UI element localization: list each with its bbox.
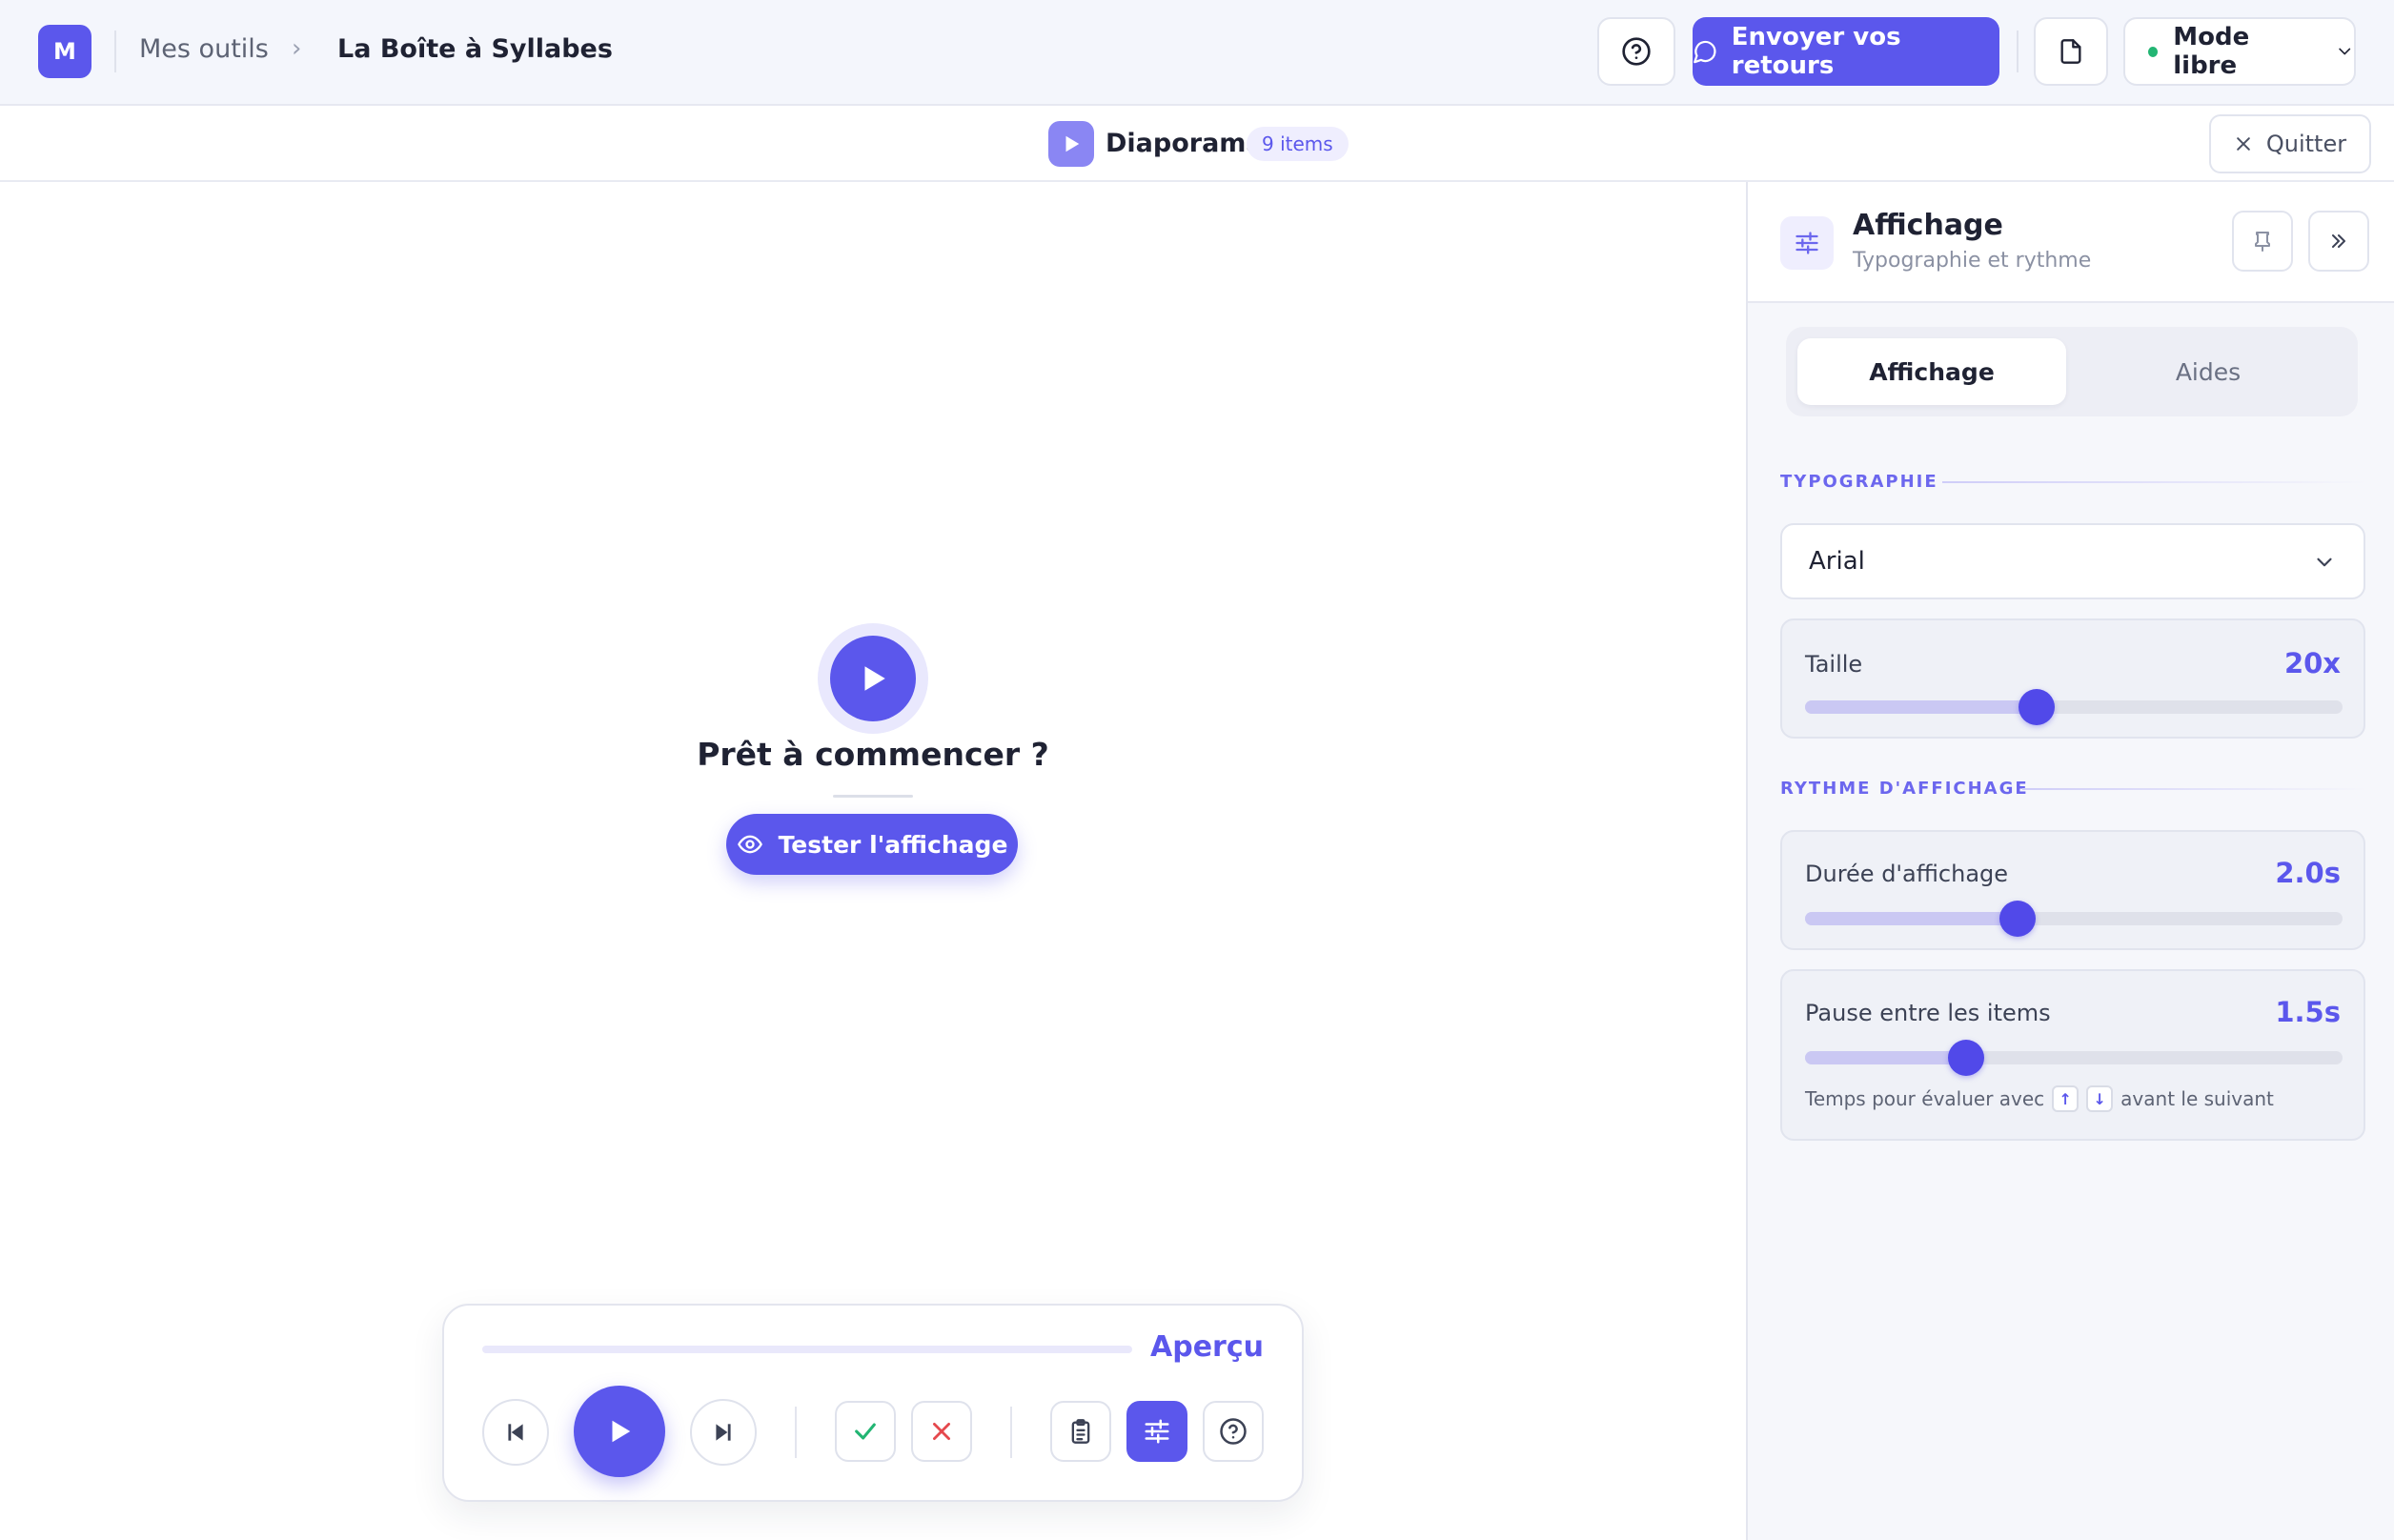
pause-value: 1.5s — [2275, 996, 2341, 1028]
chat-bubble-icon — [1694, 40, 1716, 64]
size-slider-fill — [1805, 700, 2037, 714]
close-icon — [2237, 137, 2250, 151]
panel-icon — [1780, 216, 1834, 270]
pause-slider[interactable] — [1805, 1040, 2343, 1076]
mode-label: Mode libre — [2173, 23, 2250, 80]
size-label: Taille — [1805, 651, 1863, 678]
duration-setting-card: Durée d'affichage 2.0s — [1780, 830, 2365, 950]
player-divider — [1010, 1407, 1012, 1458]
check-icon — [855, 1423, 876, 1440]
quit-label: Quitter — [2265, 131, 2347, 157]
sliders-icon — [1796, 232, 1818, 254]
tab-affichage[interactable]: Affichage — [1797, 338, 2066, 405]
results-button[interactable] — [1050, 1401, 1111, 1462]
test-display-label: Tester l'affichage — [778, 830, 1008, 859]
header-divider — [2017, 30, 2019, 72]
preview-label: Aperçu — [1150, 1330, 1264, 1364]
test-display-button[interactable]: Tester l'affichage — [726, 814, 1018, 875]
pause-setting-card: Pause entre les items 1.5s Temps pour év… — [1780, 969, 2365, 1141]
section-divider — [1942, 481, 2367, 483]
panel-header: Affichage Typographie et rythme — [1748, 182, 2394, 303]
help-icon — [1622, 37, 1651, 66]
tab-aides[interactable]: Aides — [2074, 338, 2343, 405]
file-icon — [2060, 39, 2081, 64]
cross-icon — [933, 1423, 950, 1440]
duration-slider-fill — [1805, 912, 2018, 925]
slideshow-header: Diaporama 9 items Quitter — [0, 106, 2394, 182]
duration-label: Durée d'affichage — [1805, 861, 2009, 887]
size-setting-card: Taille 20x — [1780, 618, 2365, 739]
player-controls: Aperçu — [442, 1304, 1304, 1502]
settings-toggle-button[interactable] — [1126, 1401, 1187, 1462]
panel-subtitle: Typographie et rythme — [1853, 249, 2092, 273]
previous-button[interactable] — [482, 1399, 549, 1466]
play-icon — [1065, 135, 1080, 152]
ready-divider — [833, 795, 913, 798]
rhythm-section-label: RYTHME D'AFFICHAGE — [1780, 779, 2029, 799]
mode-status-dot — [2148, 46, 2159, 57]
skip-forward-icon — [716, 1424, 731, 1441]
display-settings-panel: Affichage Typographie et rythme Affichag… — [1746, 182, 2394, 1540]
quit-button[interactable]: Quitter — [2209, 114, 2371, 173]
font-select-value: Arial — [1809, 547, 1865, 576]
pause-label: Pause entre les items — [1805, 1000, 2051, 1026]
pause-hint: Temps pour évaluer avec ↑ ↓ avant le sui… — [1805, 1085, 2274, 1112]
arrow-up-key: ↑ — [2052, 1085, 2080, 1112]
clipboard-icon — [1071, 1419, 1090, 1444]
top-header: M Mes outils › La Boîte à Syllabes Envoy… — [0, 0, 2394, 106]
start-play-button[interactable] — [830, 636, 916, 721]
mark-incorrect-button[interactable] — [911, 1401, 972, 1462]
progress-bar[interactable] — [482, 1346, 1132, 1353]
chevrons-right-icon — [2332, 234, 2345, 248]
pause-hint-before: Temps pour évaluer avec — [1805, 1087, 2045, 1110]
panel-tabs: Affichage Aides — [1786, 327, 2358, 416]
section-divider — [2022, 788, 2367, 790]
font-select[interactable]: Arial — [1780, 523, 2365, 599]
help-button[interactable] — [1597, 17, 1675, 86]
send-feedback-label: Envoyer vos retours — [1731, 23, 1901, 80]
size-slider-thumb[interactable] — [2018, 689, 2055, 725]
skip-back-icon — [508, 1424, 523, 1441]
chevron-down-icon — [2317, 557, 2332, 567]
next-button[interactable] — [690, 1399, 757, 1466]
items-count-badge: 9 items — [1247, 127, 1349, 161]
breadcrumb-current: La Boîte à Syllabes — [337, 34, 613, 64]
document-button[interactable] — [2034, 17, 2108, 86]
slideshow-icon — [1048, 121, 1094, 167]
duration-slider[interactable] — [1805, 901, 2343, 937]
slideshow-title: Diaporama — [1106, 129, 1264, 158]
sliders-icon — [1145, 1419, 1169, 1444]
pin-panel-button[interactable] — [2232, 211, 2293, 272]
pause-slider-fill — [1805, 1051, 1967, 1064]
typography-section-label: TYPOGRAPHIE — [1780, 472, 1938, 492]
header-divider — [114, 30, 116, 72]
play-icon — [612, 1420, 631, 1443]
panel-title: Affichage — [1853, 209, 2003, 242]
play-button[interactable] — [574, 1386, 665, 1477]
pause-slider-thumb[interactable] — [1948, 1040, 1985, 1076]
eye-icon — [737, 835, 762, 854]
send-feedback-button[interactable]: Envoyer vos retours — [1693, 17, 1999, 86]
duration-value: 2.0s — [2275, 857, 2341, 889]
size-value: 20x — [2283, 647, 2341, 679]
arrow-down-key: ↓ — [2086, 1085, 2114, 1112]
app-logo[interactable]: M — [38, 25, 91, 78]
help-icon — [1220, 1418, 1247, 1445]
player-divider — [795, 1407, 797, 1458]
ready-heading: Prêt à commencer ? — [697, 736, 1049, 773]
mode-select[interactable]: Mode libre — [2123, 17, 2356, 86]
breadcrumb-parent[interactable]: Mes outils — [139, 34, 269, 64]
chevron-down-icon — [2338, 48, 2350, 55]
breadcrumb-separator: › — [292, 34, 302, 63]
pause-hint-after: avant le suivant — [2120, 1087, 2274, 1110]
mark-correct-button[interactable] — [835, 1401, 896, 1462]
collapse-panel-button[interactable] — [2308, 211, 2369, 272]
duration-slider-thumb[interactable] — [1998, 901, 2036, 937]
size-slider[interactable] — [1805, 689, 2343, 725]
pin-icon — [2255, 232, 2270, 252]
player-help-button[interactable] — [1203, 1401, 1264, 1462]
play-icon — [864, 666, 885, 691]
